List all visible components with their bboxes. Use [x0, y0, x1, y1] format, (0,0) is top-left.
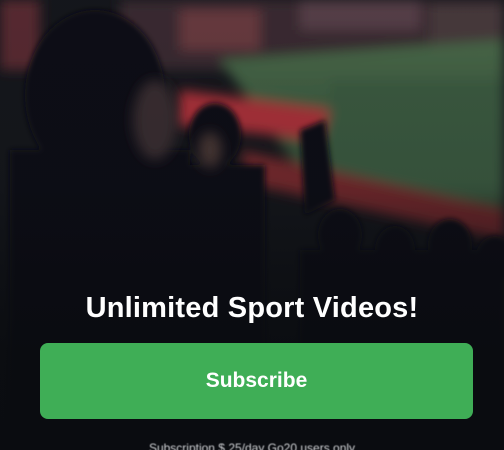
subscription-terms: Subscription $ 25/day Go20 users only	[148, 441, 356, 450]
paywall-screen: Unlimited Sport Videos! Subscribe Subscr…	[0, 0, 504, 450]
headline: Unlimited Sport Videos!	[85, 292, 419, 324]
subscribe-button[interactable]: Subscribe	[40, 343, 473, 419]
paywall-content: Unlimited Sport Videos! Subscribe Subscr…	[0, 0, 504, 450]
